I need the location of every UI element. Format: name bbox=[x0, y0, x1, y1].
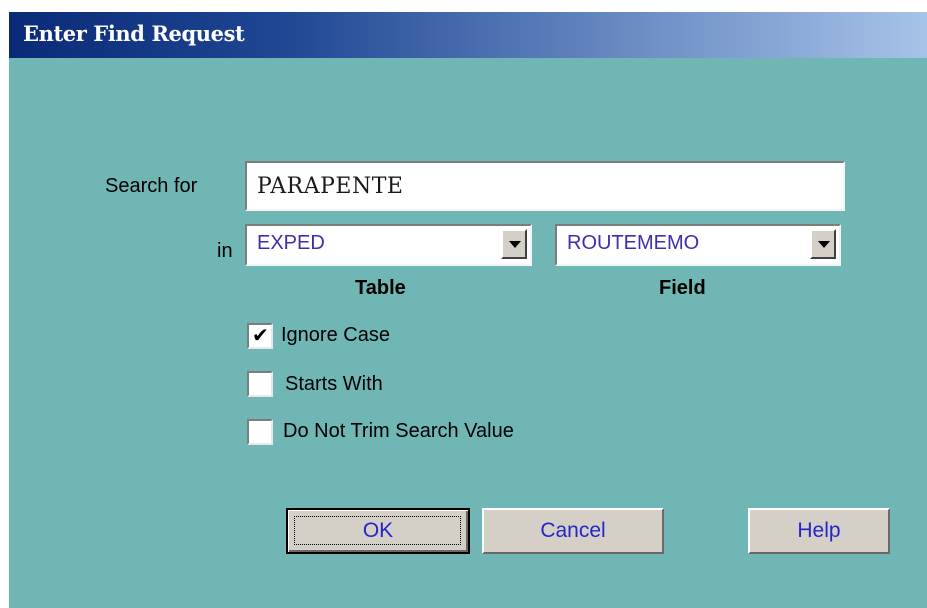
field-select[interactable]: ROUTEMEMO bbox=[555, 224, 841, 266]
in-label: in bbox=[217, 240, 233, 262]
help-button-label: Help bbox=[797, 519, 841, 542]
search-input[interactable] bbox=[247, 163, 843, 209]
search-field-frame bbox=[245, 161, 845, 211]
cancel-button[interactable]: Cancel bbox=[482, 508, 664, 554]
starts-with-checkbox[interactable] bbox=[247, 371, 273, 397]
ignore-case-checkbox[interactable]: ✔ bbox=[247, 323, 273, 349]
chevron-down-icon[interactable] bbox=[501, 229, 527, 259]
table-caption: Table bbox=[355, 277, 406, 299]
cancel-button-label: Cancel bbox=[540, 519, 606, 542]
find-request-dialog: Enter Find Request Search for in EXPED T… bbox=[9, 12, 927, 608]
dialog-body: Search for in EXPED Table ROUTEMEMO Fiel… bbox=[9, 58, 927, 608]
help-button[interactable]: Help bbox=[748, 508, 890, 554]
title-bar[interactable]: Enter Find Request bbox=[9, 12, 927, 58]
table-select-value: EXPED bbox=[257, 232, 325, 254]
chevron-down-icon[interactable] bbox=[810, 229, 836, 259]
ok-button[interactable]: OK bbox=[286, 508, 470, 554]
field-select-value: ROUTEMEMO bbox=[567, 232, 700, 254]
starts-with-label: Starts With bbox=[285, 373, 383, 395]
do-not-trim-label: Do Not Trim Search Value bbox=[283, 420, 514, 442]
ignore-case-label: Ignore Case bbox=[281, 324, 390, 346]
table-select[interactable]: EXPED bbox=[245, 224, 532, 266]
checkmark-icon: ✔ bbox=[252, 325, 269, 347]
window-title: Enter Find Request bbox=[23, 21, 245, 46]
search-for-label: Search for bbox=[105, 175, 198, 197]
field-caption: Field bbox=[659, 277, 706, 299]
ok-button-label: OK bbox=[362, 519, 394, 542]
do-not-trim-checkbox[interactable] bbox=[247, 419, 273, 445]
